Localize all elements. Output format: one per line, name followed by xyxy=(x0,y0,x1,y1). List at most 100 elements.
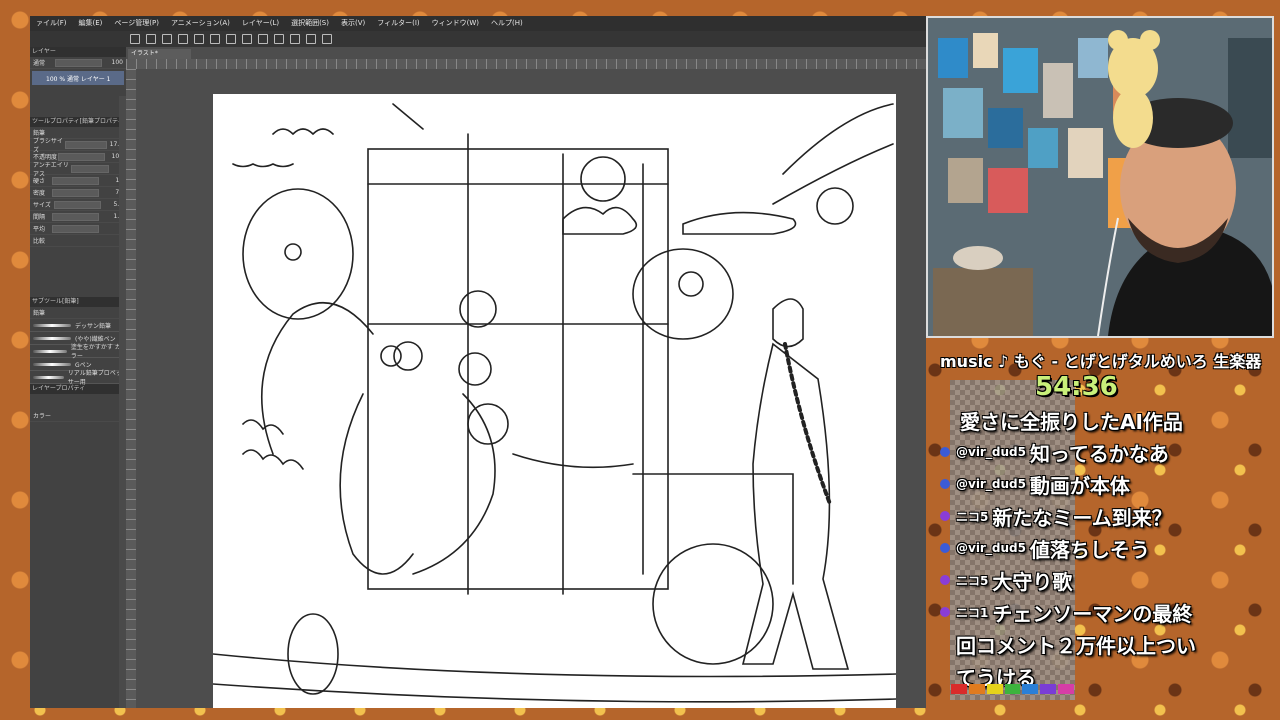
chat-message: ニコ1 チェンソーマンの最終 xyxy=(940,596,1270,628)
prop-row[interactable]: サイズ 5.0 xyxy=(30,199,126,211)
canvas-area[interactable]: イラスト* xyxy=(126,47,926,708)
palette-swatch xyxy=(1022,684,1039,694)
blend-label[interactable]: 比較 xyxy=(33,236,45,245)
chat-text: 値落ちしそう xyxy=(1029,537,1150,562)
menu-filter[interactable]: フィルター(I) xyxy=(371,16,425,31)
brush-item[interactable]: 塗生をかすかす カラー xyxy=(30,344,126,360)
deselect-icon[interactable] xyxy=(274,34,284,44)
layer-list-spacer xyxy=(30,87,126,117)
prop-label: サイズ xyxy=(33,202,51,209)
new-file-icon[interactable] xyxy=(130,34,140,44)
color-row[interactable]: カラー xyxy=(30,410,126,422)
color-palette-strip xyxy=(950,684,1075,694)
print-icon[interactable] xyxy=(178,34,188,44)
blend-label-row[interactable]: 比較 xyxy=(30,235,126,247)
brush-stroke-preview xyxy=(33,362,71,366)
creature-head-sketch xyxy=(242,188,354,320)
menu-page[interactable]: ページ管理(P) xyxy=(108,16,165,31)
chat-text: 動画が本体 xyxy=(1029,473,1130,498)
user-badge-icon xyxy=(940,511,950,521)
chat-message-continued: 回コメント２万件以上つい xyxy=(940,628,1270,660)
opacity-value: 100 xyxy=(111,59,123,66)
menu-bar: ァイル(F) 編集(E) ページ管理(P) アニメーション(A) レイヤー(L)… xyxy=(30,16,926,31)
webcam-image xyxy=(928,18,1272,336)
prop-label: 平均 xyxy=(33,226,46,233)
pen-icon[interactable] xyxy=(290,34,300,44)
sub-tool-tab-row[interactable]: 鉛筆 xyxy=(30,307,126,319)
document-tab[interactable]: イラスト* xyxy=(128,49,191,59)
open-file-icon[interactable] xyxy=(146,34,156,44)
menu-file[interactable]: ァイル(F) xyxy=(30,16,73,31)
menu-edit[interactable]: 編集(E) xyxy=(73,16,109,31)
command-bar xyxy=(30,31,926,47)
prop-slider[interactable] xyxy=(51,212,99,221)
chat-user: @vir_dud5 xyxy=(956,445,1026,459)
prop-slider[interactable] xyxy=(54,200,102,209)
brush-stroke-preview xyxy=(33,336,71,340)
user-badge-icon xyxy=(940,575,950,585)
sun-sketch xyxy=(580,156,626,202)
undo-icon[interactable] xyxy=(194,34,204,44)
save-icon[interactable] xyxy=(162,34,172,44)
menu-selection[interactable]: 選択範囲(S) xyxy=(285,16,335,31)
prop-label: 硬さ xyxy=(33,178,46,185)
menu-animation[interactable]: アニメーション(A) xyxy=(165,16,236,31)
menu-view[interactable]: 表示(V) xyxy=(335,16,371,31)
eraser-icon[interactable] xyxy=(306,34,316,44)
blend-mode-select[interactable]: 通常 xyxy=(33,58,45,67)
chat-text: 新たなミーム到来？ xyxy=(992,505,1172,530)
panel-spacer xyxy=(30,247,126,297)
user-badge-icon xyxy=(940,447,950,457)
menu-help[interactable]: ヘルプ(H) xyxy=(485,16,529,31)
webcam-feed xyxy=(926,16,1274,338)
brush-stroke-preview xyxy=(33,375,64,379)
brush-item[interactable]: デッサン鉛筆 xyxy=(30,319,126,332)
horizontal-ruler xyxy=(126,59,926,69)
palette-swatch xyxy=(1004,684,1021,694)
brush-stroke-preview xyxy=(33,349,67,353)
chat-message: ニコ5 新たなミーム到来？ xyxy=(940,500,1270,532)
prop-slider[interactable] xyxy=(51,176,99,185)
prop-label: アンチエイリアス xyxy=(33,161,69,178)
prop-row[interactable]: 間隔 1.0 xyxy=(30,211,126,223)
prop-slider[interactable] xyxy=(70,164,109,173)
prop-row[interactable]: 密度 79 xyxy=(30,187,126,199)
brush-item[interactable]: リアル鉛筆ブロペッサー用 xyxy=(30,370,126,386)
menu-window[interactable]: ウィンドウ(W) xyxy=(426,16,485,31)
chat-user: ニコ5 xyxy=(956,573,989,588)
palette-swatch xyxy=(986,684,1003,694)
tool-property-header: ツールプロパティ[鉛筆プロパティ] xyxy=(30,117,126,127)
prop-slider[interactable] xyxy=(51,188,99,197)
chat-user: @vir_dud5 xyxy=(956,541,1026,555)
user-badge-icon xyxy=(940,543,950,553)
prop-slider[interactable] xyxy=(51,224,99,233)
prop-row[interactable]: ブラシサイズ 17.0 xyxy=(30,138,126,154)
sketch-drawing xyxy=(212,103,897,703)
chat-user: @vir_dud5 xyxy=(956,477,1026,491)
opacity-slider[interactable] xyxy=(54,58,102,67)
color-select[interactable]: カラー xyxy=(33,411,51,420)
layer-item-1[interactable]: 100 % 通常 レイヤー 1 xyxy=(32,71,124,85)
sub-tool-header: サブツール[鉛筆] xyxy=(30,297,126,307)
sub-tool-tab[interactable]: 鉛筆 xyxy=(33,308,45,317)
help-icon[interactable] xyxy=(322,34,332,44)
chat-message: @vir_dud5 値落ちしそう xyxy=(940,532,1270,564)
drawing-canvas[interactable] xyxy=(212,94,897,708)
fill-icon[interactable] xyxy=(242,34,252,44)
chat-message: ニコ5 大守り歌 xyxy=(940,564,1270,596)
redo-icon[interactable] xyxy=(210,34,220,44)
menu-layer[interactable]: レイヤー(L) xyxy=(236,16,285,31)
user-badge-icon xyxy=(940,479,950,489)
settings-icon[interactable] xyxy=(226,34,236,44)
blend-mode-row[interactable]: 通常 100 xyxy=(30,57,126,69)
character-head-sketch xyxy=(772,298,804,348)
prop-slider[interactable] xyxy=(64,140,107,149)
prop-row[interactable]: 硬さ 10 xyxy=(30,175,126,187)
transform-icon[interactable] xyxy=(258,34,268,44)
palette-swatch xyxy=(951,684,967,694)
chat-user: ニコ1 xyxy=(956,605,989,620)
prop-row[interactable]: 平均 0 xyxy=(30,223,126,235)
prop-row[interactable]: アンチエイリアス xyxy=(30,161,126,178)
vertical-ruler xyxy=(126,69,136,708)
chat-message: @vir_dud5 知ってるかなあ xyxy=(940,436,1270,468)
